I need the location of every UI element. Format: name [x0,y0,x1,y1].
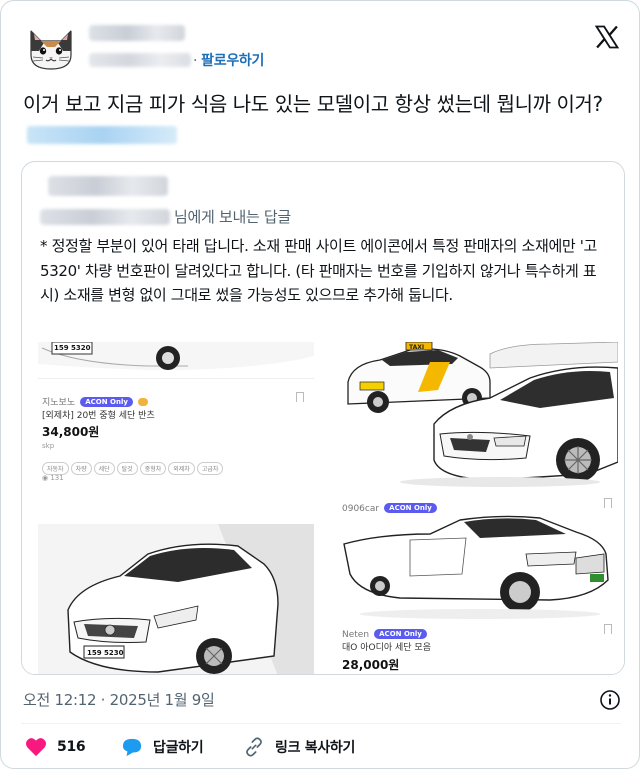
reply-label: 답글하기 [153,740,204,756]
like-count: 516 [57,739,86,755]
tag[interactable]: 외제차 [168,462,195,475]
product-price: 34,800원 [42,425,100,439]
copy-link-label: 링크 복사하기 [275,740,356,756]
bookmark-icon[interactable] [604,624,612,634]
tag[interactable]: 차량 [70,462,92,475]
like-button[interactable]: 516 [25,737,86,757]
reply-button[interactable]: 답글하기 [121,737,204,757]
tweet-text-content: 이거 보고 지금 피가 식음 나도 있는 모델이고 항상 썼는데 뭡니까 이거? [23,92,603,116]
display-name-redacted [89,25,185,41]
acon-badge: ACON Only [374,629,427,639]
listing-panel-right-bottom: 0906car ACON Only Neten ACON Only 대O 아O디… [340,494,618,674]
listing-panel-left-top: 159 5320 지노보노 ACON Only [외제차] 20번 중형 세단 … [38,342,314,492]
sedan-image: 159 5230 [38,524,314,674]
listing-panel-left-bottom: 159 5230 [38,524,314,674]
tweet-timestamp[interactable]: 오전 12:12 · 2025년 1월 9일 [23,689,215,710]
view-count: ◉ 131 [42,474,64,482]
taxi-sign: TAXI [409,344,424,351]
tweet-text: 이거 보고 지금 피가 식음 나도 있는 모델이고 항상 썼는데 뭡니까 이거? [23,89,623,151]
seller-name: Neten [342,630,370,640]
bookmark-icon[interactable] [604,498,612,508]
reply-to-user-redacted [40,209,170,225]
link-icon [246,737,262,757]
tag-list: 자동차 차량 세단 탈것 중형차 외제차 고급차 [42,456,225,475]
seller-line-top: 0906car ACON Only [342,496,437,515]
quoted-author-redacted [48,176,168,196]
tag[interactable]: 세단 [93,462,115,475]
cat-avatar-icon[interactable] [25,21,77,73]
tweet-card: · 팔로우하기 이거 보고 지금 피가 식음 나도 있는 모델이고 항상 썼는데 … [0,0,640,769]
handle-redacted [89,53,191,67]
mention-redacted[interactable] [27,126,177,144]
acon-badge: ACON Only [80,397,133,407]
bookmark-icon[interactable] [296,392,304,402]
reply-to-line: 님에게 보내는 답글 [40,206,291,227]
seller-line: Neten ACON Only [342,622,427,641]
acon-badge: ACON Only [384,503,437,513]
classic-sedan-image [340,514,618,622]
tag[interactable]: 중형차 [139,462,167,475]
view-count-value: 131 [50,474,64,482]
reply-to-suffix: 님에게 보내는 답글 [174,208,291,226]
listing-panel-right-top: TAXI [340,342,618,490]
reply-bubble-icon [122,738,142,757]
x-logo-icon[interactable] [593,23,621,51]
seller-name: 0906car [342,504,380,514]
product-title: 대O 아O디아 세단 모음 [342,643,431,653]
license-plate: 159 5320 [54,344,91,352]
coin-icon [138,398,149,406]
tweet-header: · 팔로우하기 [21,19,631,79]
seller-line: 지노보노 ACON Only [42,390,149,409]
divider [21,723,621,724]
follow-button[interactable]: · 팔로우하기 [193,50,264,70]
tag[interactable]: 고급차 [196,462,224,475]
license-plate: 159 5230 [87,649,124,657]
heart-icon [26,738,46,757]
info-icon[interactable] [599,689,621,711]
product-title: [외제차] 20번 중형 세단 반츠 [42,411,155,421]
quoted-tweet-body: * 정정할 부분이 있어 타래 답니다. 소재 판매 사이트 에이콘에서 특정 … [40,237,597,304]
taxi-sedan-image: TAXI [340,342,618,490]
quoted-media[interactable]: 159 5320 지노보노 ACON Only [외제차] 20번 중형 세단 … [22,334,624,674]
product-price: 28,000원 [342,658,400,672]
copy-link-button[interactable]: 링크 복사하기 [243,737,355,757]
seller-name: 지노보노 [42,398,76,408]
quoted-tweet[interactable]: 님에게 보내는 답글 * 정정할 부분이 있어 타래 답니다. 소재 판매 사이… [21,161,625,675]
file-format: skp [42,442,55,450]
tag[interactable]: 탈것 [116,462,138,475]
follow-label: 팔로우하기 [201,53,265,69]
